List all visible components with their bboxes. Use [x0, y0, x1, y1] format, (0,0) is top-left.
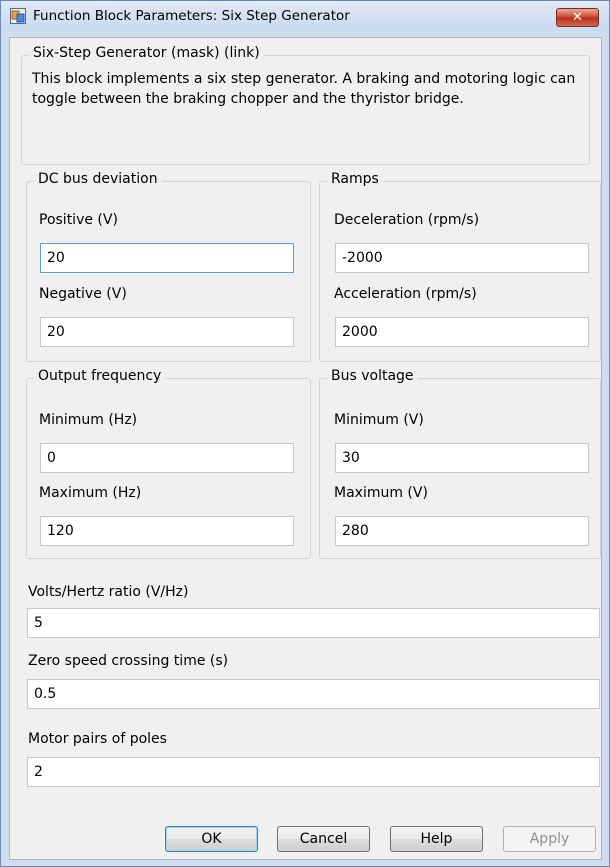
volts-hertz-field[interactable]: [27, 608, 600, 638]
max-frequency-label: Maximum (Hz): [39, 485, 142, 501]
ok-button[interactable]: OK: [165, 826, 258, 852]
window-title: Function Block Parameters: Six Step Gene…: [33, 8, 350, 24]
negative-field[interactable]: [40, 317, 294, 347]
group-title: Bus voltage: [327, 368, 418, 384]
group-title: Output frequency: [34, 368, 166, 384]
min-frequency-field[interactable]: [40, 443, 294, 473]
close-icon: ✕: [572, 10, 583, 25]
simulink-block-icon: [10, 8, 26, 24]
min-voltage-field[interactable]: [335, 443, 589, 473]
group-title: Ramps: [327, 171, 383, 187]
max-voltage-label: Maximum (V): [334, 485, 428, 501]
apply-button[interactable]: Apply: [503, 826, 596, 852]
positive-label: Positive (V): [39, 212, 118, 228]
positive-field[interactable]: [40, 243, 294, 273]
pole-pairs-label: Motor pairs of poles: [28, 731, 167, 747]
deceleration-field[interactable]: [335, 243, 589, 273]
mask-description-group: Six-Step Generator (mask) (link) This bl…: [21, 45, 590, 165]
max-frequency-field[interactable]: [40, 516, 294, 546]
title-bar[interactable]: Function Block Parameters: Six Step Gene…: [1, 1, 609, 31]
pole-pairs-field[interactable]: [27, 757, 600, 787]
dc-bus-deviation-group: DC bus deviation Positive (V) Negative (…: [26, 171, 311, 362]
ramps-group: Ramps Deceleration (rpm/s) Acceleration …: [319, 171, 601, 362]
max-voltage-field[interactable]: [335, 516, 589, 546]
mask-title: Six-Step Generator (mask) (link): [29, 45, 264, 61]
zero-speed-field[interactable]: [27, 679, 600, 709]
min-voltage-label: Minimum (V): [334, 412, 424, 428]
cancel-button[interactable]: Cancel: [277, 826, 370, 852]
acceleration-field[interactable]: [335, 317, 589, 347]
min-frequency-label: Minimum (Hz): [39, 412, 138, 428]
deceleration-label: Deceleration (rpm/s): [334, 212, 480, 228]
dialog-body: Six-Step Generator (mask) (link) This bl…: [9, 37, 602, 860]
negative-label: Negative (V): [39, 286, 127, 302]
output-frequency-group: Output frequency Minimum (Hz) Maximum (H…: [26, 368, 311, 559]
zero-speed-label: Zero speed crossing time (s): [28, 653, 229, 669]
mask-description: This block implements a six step generat…: [32, 71, 576, 107]
volts-hertz-label: Volts/Hertz ratio (V/Hz): [28, 584, 189, 600]
acceleration-label: Acceleration (rpm/s): [334, 286, 477, 302]
help-button[interactable]: Help: [390, 826, 483, 852]
dialog-window: Function Block Parameters: Six Step Gene…: [0, 0, 610, 867]
group-title: DC bus deviation: [34, 171, 162, 187]
close-button[interactable]: ✕: [556, 8, 599, 27]
bus-voltage-group: Bus voltage Minimum (V) Maximum (V): [319, 368, 601, 559]
